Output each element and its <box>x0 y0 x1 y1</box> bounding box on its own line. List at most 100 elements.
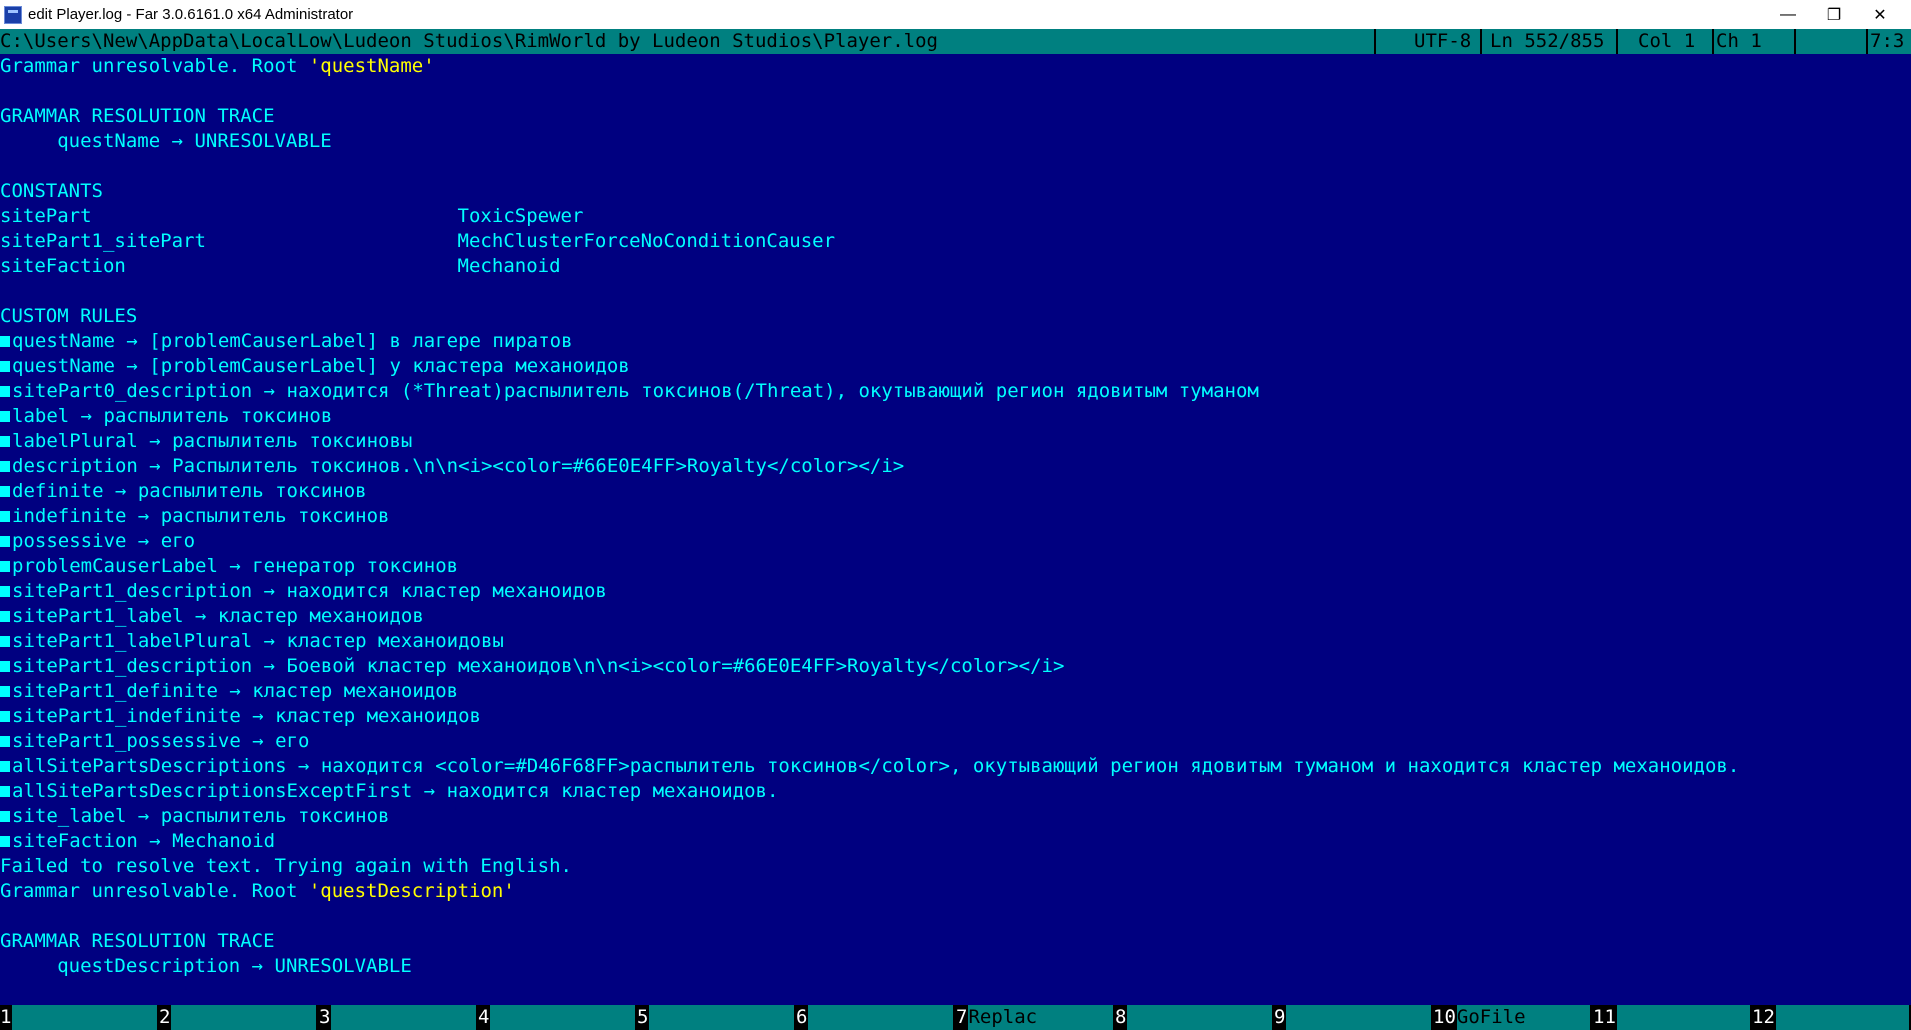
editor-status-line: C:\Users\New\AppData\LocalLow\Ludeon Stu… <box>0 29 1911 54</box>
function-key-label <box>12 1005 157 1030</box>
editor-line[interactable]: sitePart1_description → находится класте… <box>0 579 607 604</box>
close-button[interactable]: ✕ <box>1857 0 1903 29</box>
function-key-f9[interactable]: 9 <box>1274 1005 1431 1030</box>
function-key-f1[interactable]: 1 <box>0 1005 157 1030</box>
editor-line[interactable]: possessive → его <box>0 529 195 554</box>
function-key-number: 3 <box>319 1005 332 1030</box>
editor-line[interactable]: CONSTANTS <box>0 179 103 204</box>
function-key-number: 10 <box>1433 1005 1457 1030</box>
editor-line[interactable]: Grammar unresolvable. Root 'questName' <box>0 54 435 79</box>
editor-line[interactable]: sitePart ToxicSpewer <box>0 204 583 229</box>
file-path: C:\Users\New\AppData\LocalLow\Ludeon Stu… <box>0 30 938 52</box>
function-key-f7[interactable]: 7 Replac <box>956 1005 1113 1030</box>
editor-line[interactable]: label → распылитель токсинов <box>0 404 332 429</box>
rule-marker-icon <box>0 511 10 522</box>
function-key-f6[interactable]: 6 <box>796 1005 953 1030</box>
line-text: sitePart0_description → находится (*Thre… <box>12 380 1259 402</box>
editor-line[interactable]: sitePart0_description → находится (*Thre… <box>0 379 1259 404</box>
minimize-button[interactable]: — <box>1765 0 1811 29</box>
editor-line[interactable]: siteFaction → Mechanoid <box>0 829 275 854</box>
line-text: sitePart1_sitePart MechClusterForceNoCon… <box>0 230 836 252</box>
editor-line[interactable]: sitePart1_label → кластер механоидов <box>0 604 424 629</box>
line-text: description → Распылитель токсинов.\n\n<… <box>12 455 905 477</box>
rule-marker-icon <box>0 636 10 647</box>
function-key-number: 2 <box>159 1005 172 1030</box>
editor-line[interactable]: questName → [problemCauserLabel] в лагер… <box>0 329 573 354</box>
function-key-f10[interactable]: 10 GoFile <box>1433 1005 1590 1030</box>
column-indicator: Col 1 <box>1638 30 1696 52</box>
function-key-label <box>490 1005 635 1030</box>
function-key-f3[interactable]: 3 <box>319 1005 476 1030</box>
rule-marker-icon <box>0 711 10 722</box>
line-text: questDescription → UNRESOLVABLE <box>0 955 412 977</box>
function-key-number: 9 <box>1274 1005 1287 1030</box>
editor-line[interactable]: description → Распылитель токсинов.\n\n<… <box>0 454 904 479</box>
rule-marker-icon <box>0 761 10 772</box>
line-text: Grammar unresolvable. Root <box>0 880 309 902</box>
function-key-number: 8 <box>1115 1005 1128 1030</box>
window-title-bar: edit Player.log - Far 3.0.6161.0 x64 Adm… <box>0 0 1911 29</box>
function-key-f8[interactable]: 8 <box>1115 1005 1272 1030</box>
editor-text-area[interactable]: Grammar unresolvable. Root 'questName' GR… <box>0 54 1911 1005</box>
function-key-label <box>331 1005 476 1030</box>
editor-line[interactable]: Grammar unresolvable. Root 'questDescrip… <box>0 879 515 904</box>
editor-line[interactable]: CUSTOM RULES <box>0 304 137 329</box>
editor-line[interactable]: problemCauserLabel → генератор токсинов <box>0 554 458 579</box>
editor-line[interactable]: allSitePartsDescriptions → находится <co… <box>0 754 1739 779</box>
function-key-f2[interactable]: 2 <box>159 1005 316 1030</box>
editor-line[interactable]: indefinite → распылитель токсинов <box>0 504 390 529</box>
function-key-f11[interactable]: 11 <box>1593 1005 1750 1030</box>
editor-line[interactable]: sitePart1_definite → кластер механоидов <box>0 679 458 704</box>
rule-marker-icon <box>0 786 10 797</box>
rule-marker-icon <box>0 486 10 497</box>
line-text: possessive → его <box>12 530 196 552</box>
editor-line[interactable]: siteFaction Mechanoid <box>0 254 561 279</box>
function-key-f4[interactable]: 4 <box>478 1005 635 1030</box>
editor-line[interactable]: labelPlural → распылитель токсиновы <box>0 429 412 454</box>
rule-marker-icon <box>0 461 10 472</box>
editor-line[interactable]: sitePart1_indefinite → кластер механоидо… <box>0 704 481 729</box>
function-key-number: 6 <box>796 1005 809 1030</box>
rule-marker-icon <box>0 361 10 372</box>
line-text: siteFaction → Mechanoid <box>12 830 276 852</box>
grammar-root-name: 'questName' <box>308 55 435 77</box>
line-indicator: Ln 552/855 <box>1490 30 1605 52</box>
function-key-label: GoFile <box>1456 1005 1590 1030</box>
line-text: allSitePartsDescriptions → находится <co… <box>12 755 1740 777</box>
maximize-button[interactable]: ❐ <box>1811 0 1857 29</box>
editor-line[interactable]: definite → распылитель токсинов <box>0 479 367 504</box>
editor-line[interactable]: sitePart1_labelPlural → кластер механоид… <box>0 629 504 654</box>
function-key-f12[interactable]: 12 <box>1752 1005 1909 1030</box>
line-text: sitePart1_labelPlural → кластер механоид… <box>12 630 504 652</box>
editor-line[interactable]: allSitePartsDescriptionsExceptFirst → на… <box>0 779 778 804</box>
editor-line[interactable]: GRAMMAR RESOLUTION TRACE <box>0 104 275 129</box>
editor-line[interactable]: GRAMMAR RESOLUTION TRACE <box>0 929 275 954</box>
function-key-label <box>171 1005 316 1030</box>
line-text: sitePart1_indefinite → кластер механоидо… <box>12 705 481 727</box>
line-text: site_label → распылитель токсинов <box>12 805 390 827</box>
clock: 7:3 <box>1870 30 1905 52</box>
function-key-label <box>649 1005 794 1030</box>
editor-line[interactable]: questName → [problemCauserLabel] у класт… <box>0 354 630 379</box>
function-key-number: 1 <box>0 1005 13 1030</box>
function-key-label <box>1616 1005 1750 1030</box>
rule-marker-icon <box>0 836 10 847</box>
rule-marker-icon <box>0 811 10 822</box>
editor-line[interactable]: sitePart1_description → Боевой кластер м… <box>0 654 1064 679</box>
rule-marker-icon <box>0 611 10 622</box>
line-text: Failed to resolve text. Trying again wit… <box>0 855 572 877</box>
encoding-indicator[interactable]: UTF-8 <box>1414 29 1471 54</box>
line-text: sitePart ToxicSpewer <box>0 205 584 227</box>
editor-line[interactable]: questName → UNRESOLVABLE <box>0 129 332 154</box>
line-text: GRAMMAR RESOLUTION TRACE <box>0 105 275 127</box>
editor-line[interactable]: site_label → распылитель токсинов <box>0 804 390 829</box>
editor-line[interactable]: Failed to resolve text. Trying again wit… <box>0 854 572 879</box>
function-key-bar: 1 2 3 4 5 6 7 Replac 8 9 10 GoFile 11 12 <box>0 1005 1911 1030</box>
editor-line[interactable]: questDescription → UNRESOLVABLE <box>0 954 412 979</box>
rule-marker-icon <box>0 536 10 547</box>
editor-line[interactable]: sitePart1_possessive → его <box>0 729 309 754</box>
function-key-label <box>1127 1005 1272 1030</box>
function-key-f5[interactable]: 5 <box>637 1005 794 1030</box>
editor-line[interactable]: sitePart1_sitePart MechClusterForceNoCon… <box>0 229 835 254</box>
line-text: CUSTOM RULES <box>0 305 138 327</box>
